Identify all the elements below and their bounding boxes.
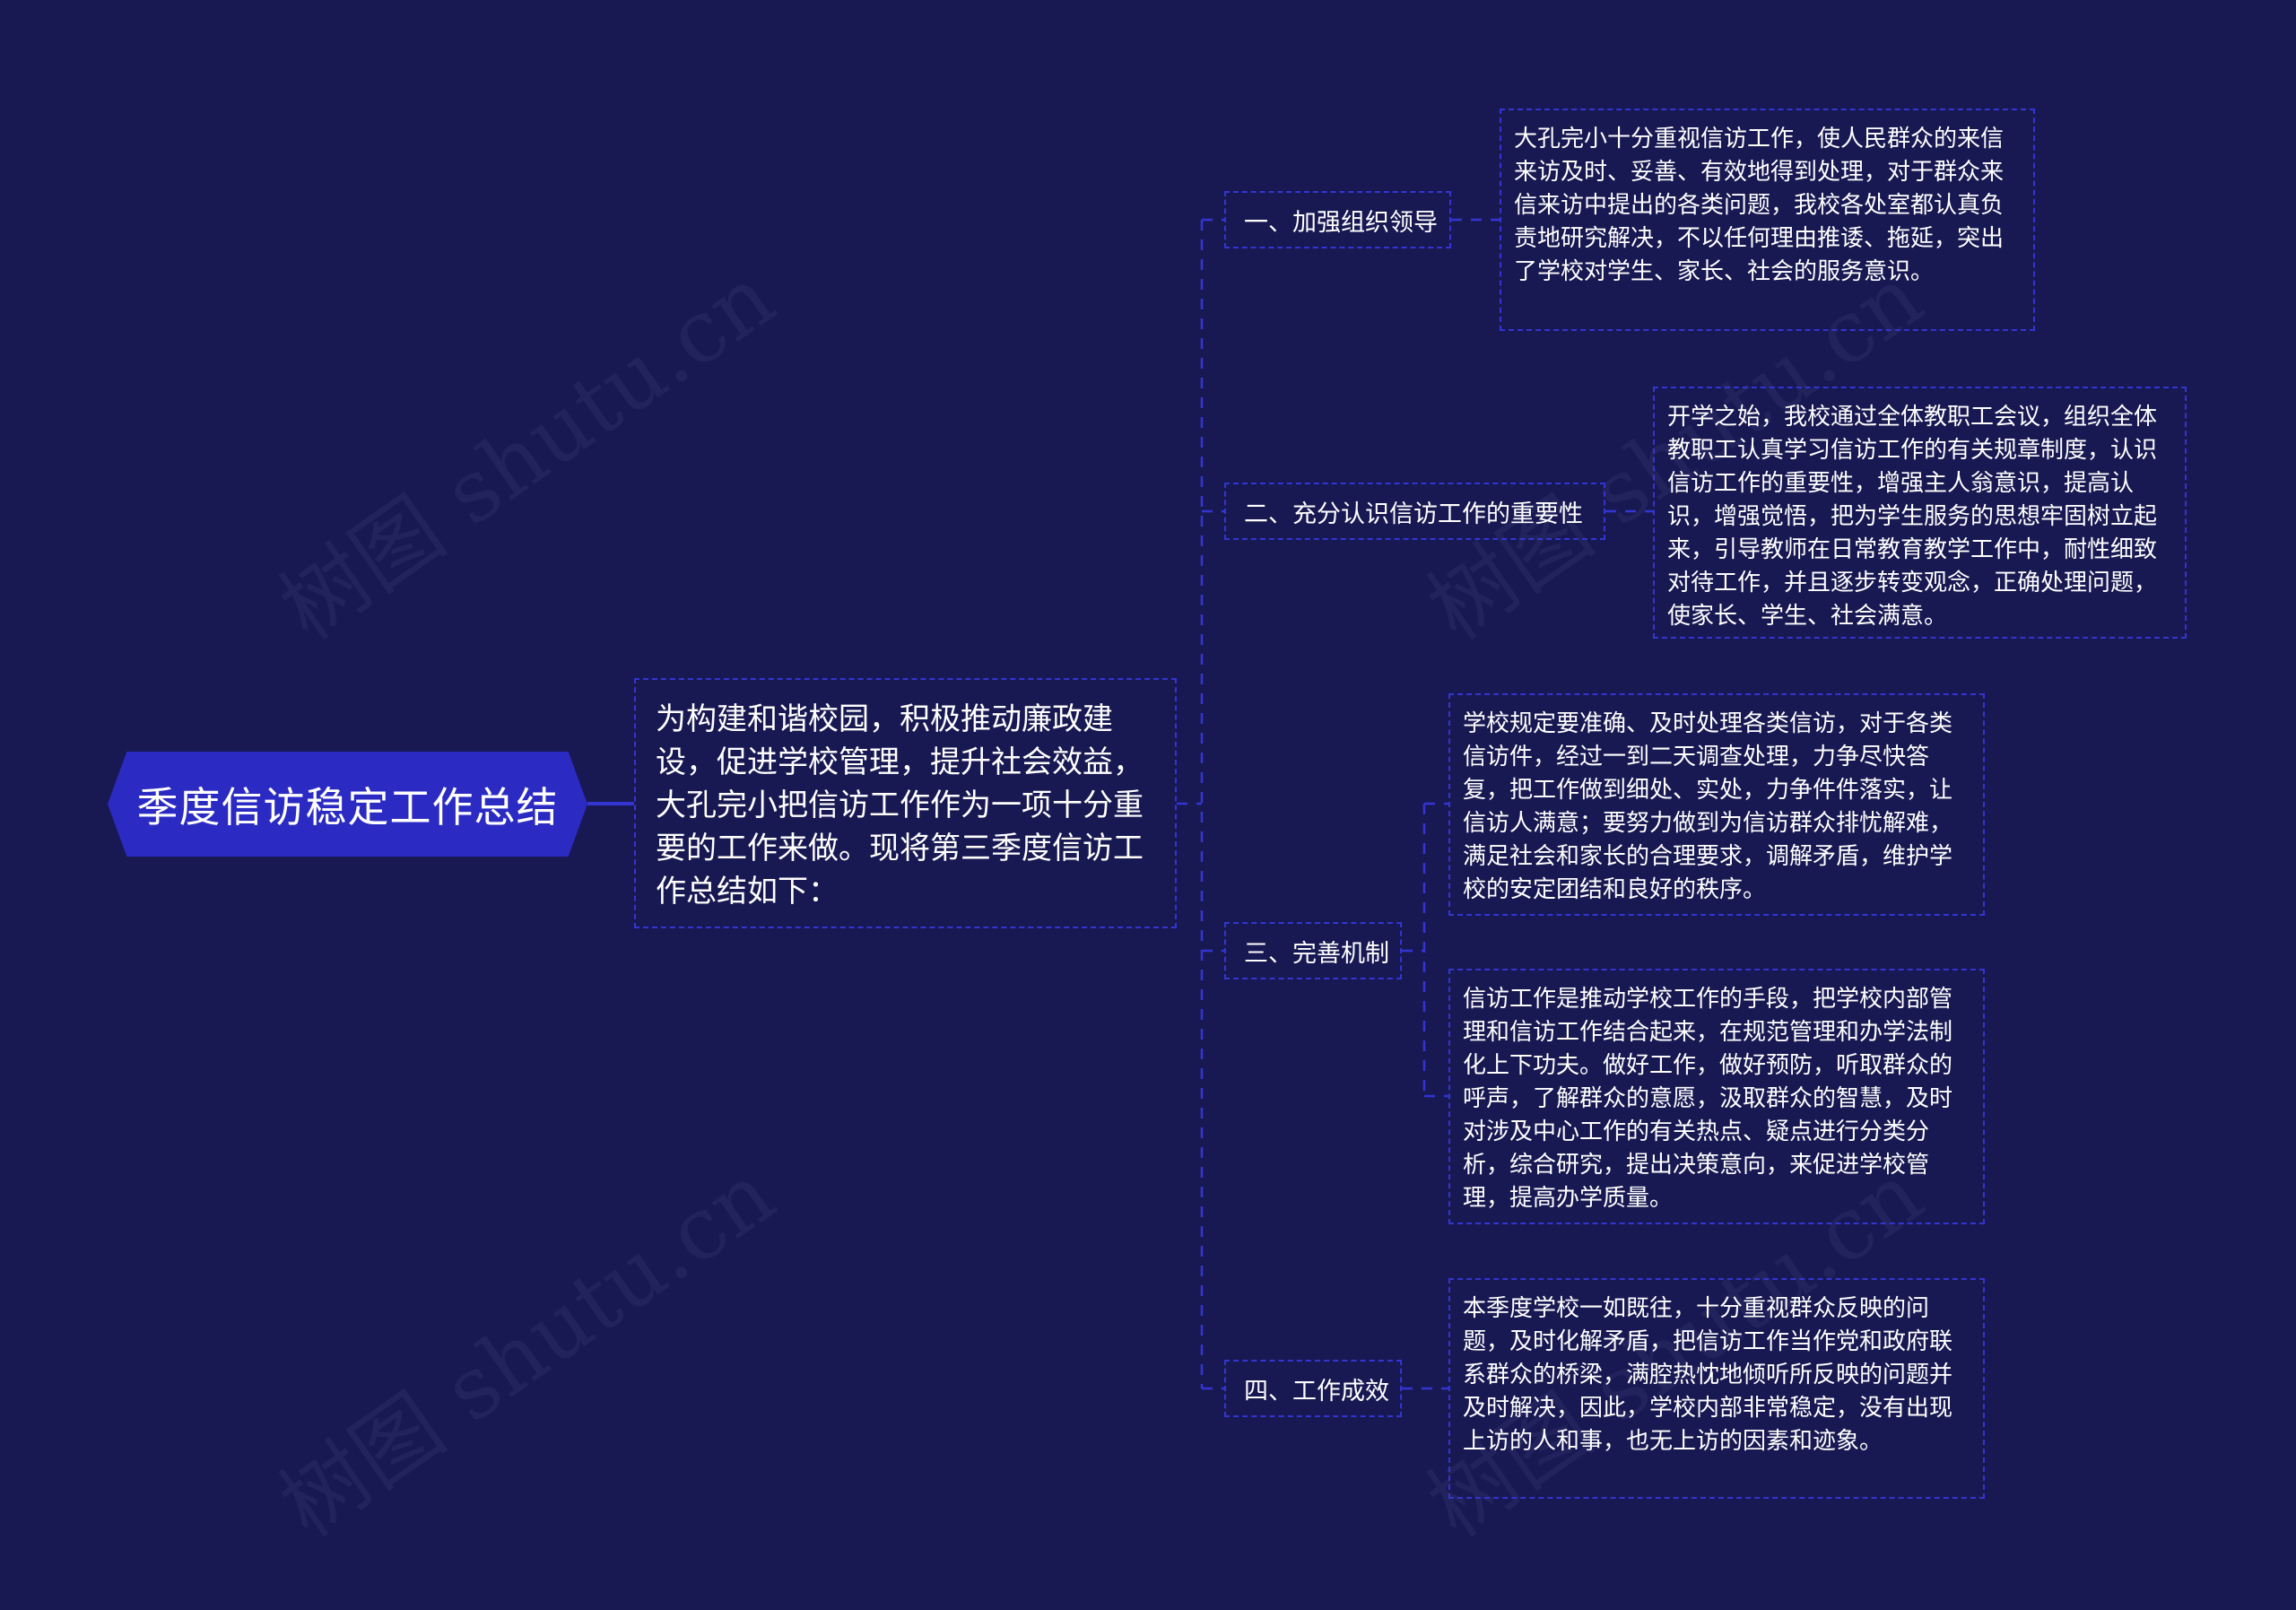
intro-node[interactable]: 为构建和谐校园，积极推动廉政建设，促进学校管理，提升社会效益，大孔完小把信访工作… [634,678,1177,928]
leaf-text: 开学之始，我校通过全体教职工会议，组织全体教职工认真学习信访工作的有关规章制度，… [1667,404,2158,630]
intro-text: 为构建和谐校园，积极推动廉政建设，促进学校管理，提升社会效益，大孔完小把信访工作… [656,701,1144,909]
branch-label: 二、充分认识信访工作的重要性 [1244,500,1583,528]
watermark: 树图 shutu.cn [262,246,792,659]
branch-label: 一、加强组织领导 [1244,208,1438,237]
branch-node-2[interactable]: 二、充分认识信访工作的重要性 [1224,483,1605,540]
leaf-node-2-1[interactable]: 开学之始，我校通过全体教职工会议，组织全体教职工认真学习信访工作的有关规章制度，… [1653,387,2187,639]
branch-label: 三、完善机制 [1244,939,1389,968]
leaf-node-3-2[interactable]: 信访工作是推动学校工作的手段，把学校内部管理和信访工作结合起来，在规范管理和办学… [1448,969,1985,1224]
branch-node-4[interactable]: 四、工作成效 [1224,1360,1402,1417]
leaf-text: 学校规定要准确、及时处理各类信访，对于各类信访件，经过一到二天调查处理，力争尽快… [1463,710,1953,903]
branch-node-3[interactable]: 三、完善机制 [1224,922,1402,979]
branch-label: 四、工作成效 [1244,1377,1389,1405]
root-title: 季度信访稳定工作总结 [136,782,559,831]
leaf-text: 信访工作是推动学校工作的手段，把学校内部管理和信访工作结合起来，在规范管理和办学… [1463,986,1953,1212]
branch-node-1[interactable]: 一、加强组织领导 [1224,191,1451,248]
leaf-text: 本季度学校一如既往，十分重视群众反映的问题，及时化解矛盾，把信访工作当作党和政府… [1463,1295,1953,1455]
root-node[interactable]: 季度信访稳定工作总结 [108,752,587,857]
watermark: 树图 shutu.cn [262,1143,792,1556]
leaf-node-1-1[interactable]: 大孔完小十分重视信访工作，使人民群众的来信来访及时、妥善、有效地得到处理，对于群… [1500,109,2035,331]
leaf-node-3-1[interactable]: 学校规定要准确、及时处理各类信访，对于各类信访件，经过一到二天调查处理，力争尽快… [1448,693,1985,916]
leaf-text: 大孔完小十分重视信访工作，使人民群众的来信来访及时、妥善、有效地得到处理，对于群… [1514,126,2005,285]
leaf-node-4-1[interactable]: 本季度学校一如既往，十分重视群众反映的问题，及时化解矛盾，把信访工作当作党和政府… [1448,1278,1985,1499]
